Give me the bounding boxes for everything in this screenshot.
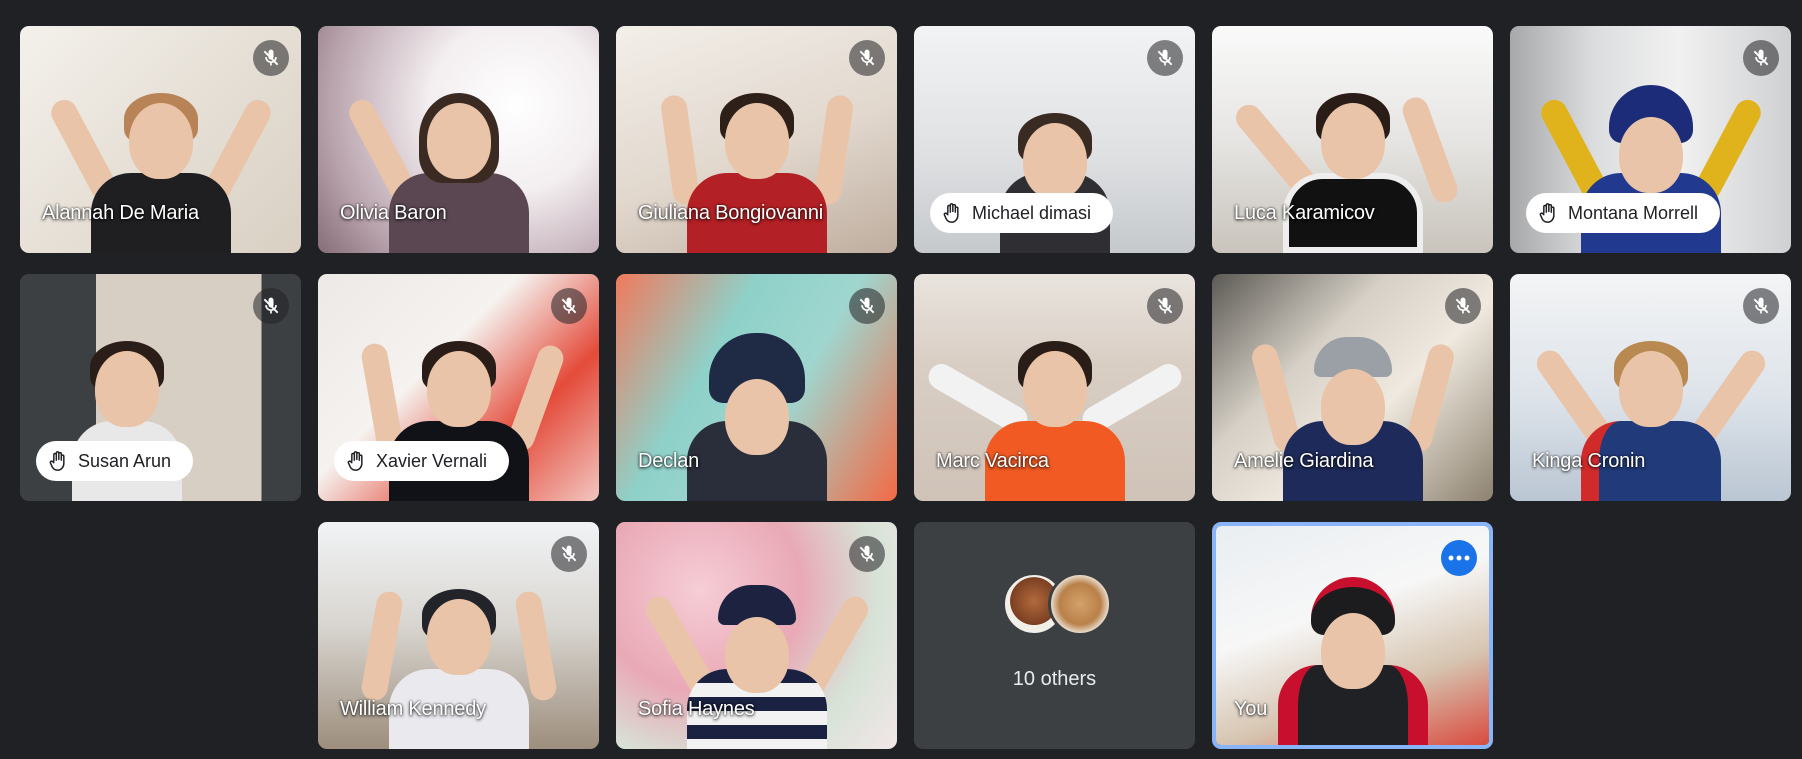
- participant-tile[interactable]: Xavier Vernali: [318, 274, 599, 501]
- self-tile[interactable]: You: [1212, 522, 1493, 749]
- others-avatars: [1002, 572, 1112, 642]
- mic-off-icon: [849, 288, 885, 324]
- participant-figure: [658, 83, 855, 253]
- participant-name-pill: Montana Morrell: [1526, 193, 1721, 233]
- participant-name: Montana Morrell: [1568, 202, 1699, 223]
- mic-off-icon: [1147, 288, 1183, 324]
- participant-name: Susan Arun: [78, 450, 172, 471]
- participant-figure: [640, 579, 873, 749]
- participant-tile[interactable]: Declan: [616, 274, 897, 501]
- mic-off-icon: [849, 536, 885, 572]
- mic-off-icon: [1445, 288, 1481, 324]
- participant-name: Olivia Baron: [340, 202, 447, 224]
- mic-off-icon: [1743, 40, 1779, 76]
- participant-figure: [1277, 575, 1428, 745]
- participant-tile[interactable]: Giuliana Bongiovanni: [616, 26, 897, 253]
- hand-raised-icon: [346, 450, 366, 472]
- participant-tile[interactable]: Olivia Baron: [318, 26, 599, 253]
- mic-off-icon: [551, 536, 587, 572]
- participant-figure: [359, 579, 558, 749]
- participant-name: Michael dimasi: [972, 202, 1092, 223]
- participant-figure: [1531, 331, 1770, 501]
- self-name: You: [1234, 698, 1268, 720]
- participant-tile[interactable]: Sofia Haynes: [616, 522, 897, 749]
- participant-name-pill: Michael dimasi: [930, 193, 1114, 233]
- mic-off-icon: [849, 40, 885, 76]
- participant-name: Declan: [638, 450, 700, 472]
- participant-name-pill: Susan Arun: [36, 441, 194, 481]
- participant-tile[interactable]: Michael dimasi: [914, 26, 1195, 253]
- participant-figure: [1248, 331, 1457, 501]
- participant-tile[interactable]: Alannah De Maria: [20, 26, 301, 253]
- participant-figure: [923, 331, 1186, 501]
- participant-name: Alannah De Maria: [42, 202, 199, 224]
- participant-figure: [46, 83, 275, 253]
- participant-name: Marc Vacirca: [936, 450, 1049, 472]
- mic-off-icon: [551, 288, 587, 324]
- participant-name: Amelie Giardina: [1234, 450, 1374, 472]
- participant-name-pill: Xavier Vernali: [334, 441, 510, 481]
- mic-off-icon: [1147, 40, 1183, 76]
- participant-tile[interactable]: Susan Arun: [20, 274, 301, 501]
- participant-name: Sofia Haynes: [638, 698, 755, 720]
- participant-tile[interactable]: Amelie Giardina: [1212, 274, 1493, 501]
- participant-tile[interactable]: William Kennedy: [318, 522, 599, 749]
- mic-off-icon: [1743, 288, 1779, 324]
- participant-figure: [686, 331, 827, 501]
- participant-name: Xavier Vernali: [376, 450, 488, 471]
- others-tile[interactable]: 10 others: [914, 522, 1195, 749]
- participant-tile[interactable]: Marc Vacirca: [914, 274, 1195, 501]
- participant-tile[interactable]: Montana Morrell: [1510, 26, 1791, 253]
- hand-raised-icon: [48, 450, 68, 472]
- participant-figure: [344, 83, 529, 253]
- more-options-icon: [1448, 555, 1470, 561]
- hand-raised-icon: [942, 202, 962, 224]
- mic-off-icon: [253, 288, 289, 324]
- meeting-grid: Alannah De Maria Olivia Baron Giuliana B…: [0, 0, 1802, 759]
- participant-avatar: [1048, 572, 1112, 636]
- more-options-button[interactable]: [1441, 540, 1477, 576]
- participant-tile[interactable]: Kinga Cronin: [1510, 274, 1791, 501]
- participant-name: William Kennedy: [340, 698, 486, 720]
- participant-name: Giuliana Bongiovanni: [638, 202, 824, 224]
- others-count: 10 others: [1012, 668, 1097, 690]
- participant-figure: [1230, 83, 1461, 253]
- participant-tile[interactable]: Luca Karamicov: [1212, 26, 1493, 253]
- mic-off-icon: [253, 40, 289, 76]
- participant-name: Luca Karamicov: [1234, 202, 1375, 224]
- participant-name: Kinga Cronin: [1532, 450, 1646, 472]
- hand-raised-icon: [1538, 202, 1558, 224]
